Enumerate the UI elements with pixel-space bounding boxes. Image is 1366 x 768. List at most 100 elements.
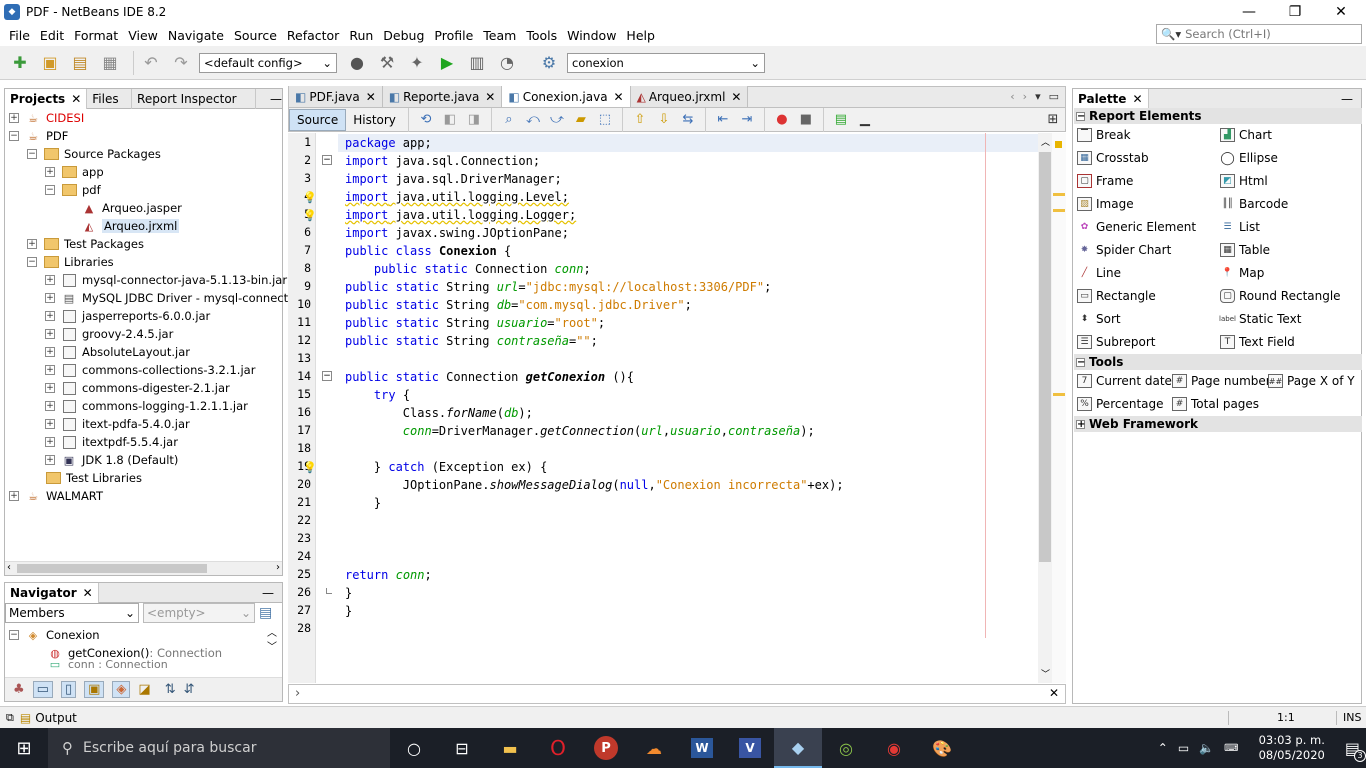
menu-source[interactable]: Source (229, 28, 282, 43)
tab-palette[interactable]: Palette ✕ (1073, 88, 1149, 109)
expand-icon[interactable]: + (45, 383, 55, 393)
show-static-icon[interactable]: ▯ (60, 681, 77, 698)
rectangular-selection-icon[interactable]: ⬚ (597, 112, 613, 128)
toggle-highlight-icon[interactable]: ▰ (573, 112, 589, 128)
menu-debug[interactable]: Debug (378, 28, 429, 43)
expand-icon[interactable]: + (45, 419, 55, 429)
menu-tools[interactable]: Tools (521, 28, 562, 43)
horizontal-scrollbar[interactable]: ‹ › (5, 561, 282, 575)
open-project-icon[interactable]: ▤ (68, 51, 92, 75)
tab-files[interactable]: Files (87, 88, 133, 109)
globe-icon[interactable]: ● (345, 51, 369, 75)
tree-item-library[interactable]: + AbsoluteLayout.jar (45, 343, 190, 361)
menu-navigate[interactable]: Navigate (163, 28, 229, 43)
palette-item-generic-element[interactable]: ✿ Generic Element (1077, 218, 1196, 236)
navigator-scrollbar[interactable]: ︿ ﹀ (267, 627, 277, 655)
tree-item-library[interactable]: + ▤ MySQL JDBC Driver - mysql-connector-ja (45, 289, 314, 307)
next-bookmark-icon[interactable]: ⇩ (656, 112, 672, 128)
collapse-icon[interactable]: − (27, 257, 37, 267)
navigator-item-class[interactable]: − ◈ Conexion (9, 626, 100, 644)
tree-item-library[interactable]: + commons-logging-1.2.1.1.jar (45, 397, 248, 415)
minimize-panel-icon[interactable]: — (1341, 92, 1353, 106)
show-nonpublic-icon[interactable]: ▣ (84, 681, 105, 698)
palette-section-tools[interactable]: − Tools (1074, 354, 1362, 370)
palette-item-spider-chart[interactable]: ✸ Spider Chart (1077, 241, 1172, 259)
redo-icon[interactable]: ↷ (169, 51, 193, 75)
close-icon[interactable]: ✕ (485, 90, 495, 104)
tree-item-test-packages[interactable]: + Test Packages (27, 235, 144, 253)
palette-item-round-rectangle[interactable]: ▢ Round Rectangle (1220, 287, 1341, 305)
output-window-button[interactable]: ▤ Output (20, 711, 77, 725)
menu-refactor[interactable]: Refactor (282, 28, 344, 43)
palette-item-break[interactable]: ▔ Break (1077, 126, 1131, 144)
run-icon[interactable]: ▶ (435, 51, 459, 75)
debug-icon[interactable]: ▥ (465, 51, 489, 75)
menu-team[interactable]: Team (478, 28, 521, 43)
minimize-panel-icon[interactable]: — (262, 586, 274, 600)
palette-item-chart[interactable]: ▟ Chart (1220, 126, 1272, 144)
tree-item-test-libraries[interactable]: Test Libraries (45, 469, 142, 487)
tab-navigator[interactable]: Navigator ✕ (5, 582, 99, 603)
source-tab-button[interactable]: Source (289, 108, 347, 131)
palette-section-report-elements[interactable]: − Report Elements (1074, 108, 1362, 124)
fqn-icon[interactable]: ◪ (138, 682, 150, 697)
toggle-bookmark-icon[interactable]: ⇆ (680, 112, 696, 128)
split-editor-icon[interactable]: ⊞ (1045, 112, 1061, 128)
chevron-up-icon[interactable]: ⌃ (1158, 741, 1168, 755)
shift-left-icon[interactable]: ⇤ (715, 112, 731, 128)
find-next-icon[interactable]: ⤻ (549, 112, 565, 128)
tree-item-library[interactable]: + itext-pdfa-5.4.0.jar (45, 415, 190, 433)
word-icon[interactable]: W (678, 728, 726, 768)
code-editor[interactable]: package app; import java.sql.Connection;… (338, 133, 1038, 683)
menu-format[interactable]: Format (69, 28, 123, 43)
expand-icon[interactable]: + (45, 455, 55, 465)
menu-help[interactable]: Help (621, 28, 660, 43)
expand-icon[interactable]: + (45, 365, 55, 375)
collapse-icon[interactable]: − (27, 149, 37, 159)
maximize-editor-icon[interactable]: ▭ (1049, 90, 1059, 103)
xampp-icon[interactable]: ☁ (630, 728, 678, 768)
task-view-icon[interactable]: ⊟ (438, 728, 486, 768)
palette-item-current-date[interactable]: 7 Current date (1077, 372, 1172, 390)
chevron-down-icon[interactable]: ﹀ (267, 641, 277, 655)
minimize-panel-icon[interactable]: — (270, 92, 282, 106)
chevron-down-icon[interactable]: ﹀ (1041, 667, 1050, 680)
palette-item-text-field[interactable]: T Text Field (1220, 333, 1295, 351)
close-icon[interactable]: ✕ (614, 90, 624, 104)
palette-item-total-pages[interactable]: # Total pages (1172, 395, 1259, 413)
taskbar-search-box[interactable]: ⚲ Escribe aquí para buscar (48, 728, 390, 768)
network-icon[interactable]: ▭ (1178, 741, 1189, 755)
palette-item-sort[interactable]: ⬍ Sort (1077, 310, 1121, 328)
tab-arqueo-jrxml[interactable]: ◭ Arqueo.jrxml ✕ (630, 86, 749, 107)
previous-bookmark-icon[interactable]: ⇧ (632, 112, 648, 128)
palette-item-rectangle[interactable]: ▭ Rectangle (1077, 287, 1156, 305)
profile-icon[interactable]: ◔ (495, 51, 519, 75)
tree-item-app[interactable]: + app (45, 163, 104, 181)
back-icon[interactable]: ◧ (442, 112, 458, 128)
expand-icon[interactable]: + (45, 437, 55, 447)
expand-icon[interactable]: + (27, 239, 37, 249)
find-icon[interactable]: ⌕ (501, 112, 517, 128)
volume-icon[interactable]: 🔈 (1199, 741, 1214, 755)
warning-bulb-icon[interactable]: 💡 (303, 209, 317, 222)
tree-item-cidesi[interactable]: + ☕ CIDESI (9, 109, 84, 127)
expand-icon[interactable]: + (45, 311, 55, 321)
palette-item-barcode[interactable]: ║║ Barcode (1220, 195, 1288, 213)
scrollbar-thumb[interactable] (17, 564, 207, 573)
expand-icon[interactable]: + (45, 329, 55, 339)
uncomment-icon[interactable]: ▁ (857, 112, 873, 128)
expand-icon[interactable]: + (45, 347, 55, 357)
close-icon[interactable]: ✕ (731, 90, 741, 104)
tree-item-pdf[interactable]: − ☕ PDF (9, 127, 68, 145)
palette-item-crosstab[interactable]: ▦ Crosstab (1077, 149, 1149, 167)
netbeans-taskbar-icon[interactable]: ◆ (774, 728, 822, 768)
palette-item-percentage[interactable]: % Percentage (1077, 395, 1164, 413)
menu-view[interactable]: View (123, 28, 163, 43)
show-inner-classes-icon[interactable]: ◈ (112, 681, 131, 698)
chevron-up-icon[interactable]: ︿ (1041, 135, 1050, 148)
collapse-icon[interactable]: − (9, 131, 19, 141)
show-opened-documents-icon[interactable]: ▾ (1035, 90, 1041, 103)
clean-build-icon[interactable]: ✦ (405, 51, 429, 75)
collapse-icon[interactable]: − (1076, 357, 1085, 367)
tab-conexion-java[interactable]: ◧ Conexion.java ✕ (502, 86, 631, 107)
